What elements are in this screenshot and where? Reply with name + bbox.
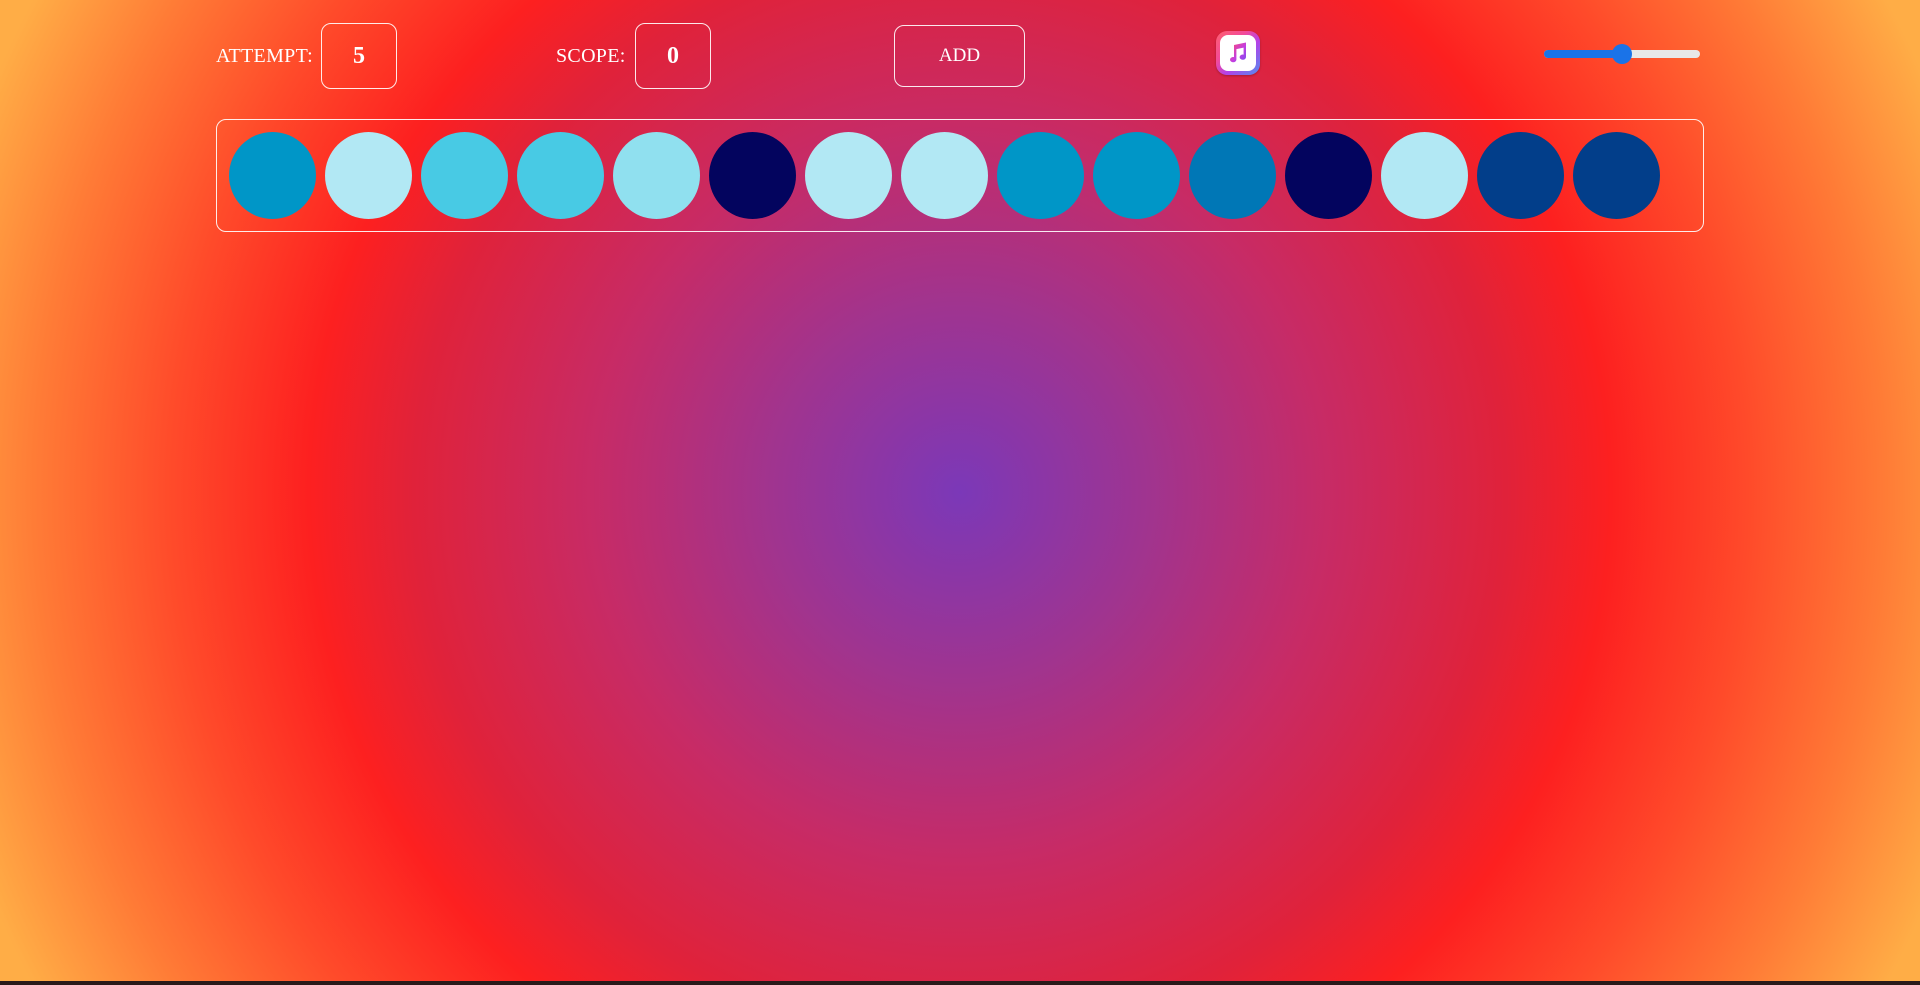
color-ball[interactable] [421,132,508,219]
color-ball[interactable] [229,132,316,219]
scope-counter: 0 [635,23,711,89]
bottom-edge [0,981,1920,985]
color-ball[interactable] [325,132,412,219]
music-toggle-button[interactable] [1216,31,1260,75]
attempt-label: ATTEMPT: [216,45,313,67]
color-ball[interactable] [1573,132,1660,219]
color-ball[interactable] [1477,132,1564,219]
color-ball[interactable] [709,132,796,219]
color-ball[interactable] [805,132,892,219]
volume-slider-thumb[interactable] [1612,44,1632,64]
color-ball[interactable] [1093,132,1180,219]
color-ball[interactable] [613,132,700,219]
color-ball[interactable] [901,132,988,219]
color-ball[interactable] [1381,132,1468,219]
volume-slider-fill [1544,50,1622,58]
attempt-counter: 5 [321,23,397,89]
add-button[interactable]: ADD [894,25,1025,87]
color-ball[interactable] [1285,132,1372,219]
color-ball[interactable] [997,132,1084,219]
color-ball[interactable] [517,132,604,219]
scope-label: SCOPE: [556,45,626,67]
volume-slider[interactable] [1542,43,1702,65]
music-note-icon [1220,35,1256,71]
top-bar: ATTEMPT: 5 SCOPE: 0 ADD [0,0,1920,110]
color-ball[interactable] [1189,132,1276,219]
balls-panel [216,119,1704,232]
